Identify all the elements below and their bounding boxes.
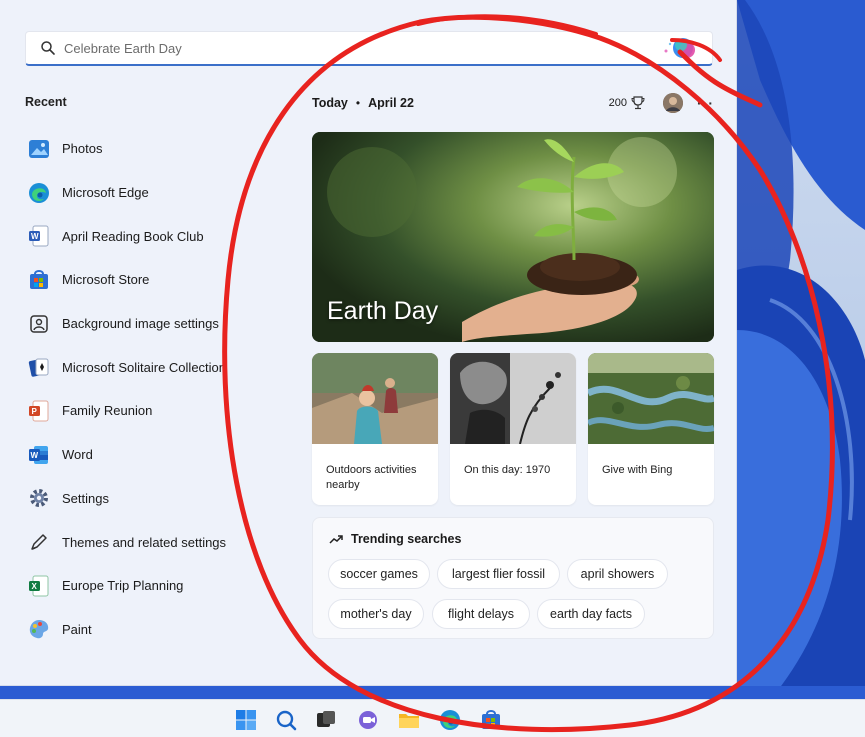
- recent-item-label: Microsoft Store: [62, 272, 150, 288]
- search-icon[interactable]: [274, 708, 298, 732]
- rewards-points[interactable]: 200: [609, 97, 627, 109]
- recent-item-label: Themes and related settings: [62, 534, 227, 550]
- more-options-button[interactable]: ···: [697, 95, 714, 111]
- store-icon[interactable]: [479, 708, 503, 732]
- recent-item-background-image-settings[interactable]: Background image settings: [28, 302, 238, 346]
- avatar[interactable]: [663, 93, 683, 113]
- recent-item-label: Microsoft Solitaire Collection: [62, 359, 227, 375]
- card-give-with-bing[interactable]: Give with Bing: [588, 353, 714, 505]
- recent-item-label: Europe Trip Planning: [62, 578, 184, 594]
- search-input[interactable]: [64, 40, 660, 56]
- recent-item-themes-and-related-settings[interactable]: Themes and related settings: [28, 520, 238, 564]
- trending-pill[interactable]: earth day facts: [537, 599, 645, 629]
- task-view-icon[interactable]: [314, 708, 338, 732]
- recent-item-paint[interactable]: Paint: [28, 608, 238, 652]
- trending-arrow-icon: [329, 535, 343, 544]
- search-panel: Recent Photos Microsoft Edge W April Rea…: [0, 0, 737, 686]
- trophy-icon[interactable]: [631, 96, 645, 110]
- trending-pill[interactable]: largest flier fossil: [437, 559, 560, 589]
- trending-pill[interactable]: mother's day: [328, 599, 424, 629]
- recent-item-microsoft-store[interactable]: Microsoft Store: [28, 258, 238, 302]
- card-outdoors[interactable]: Outdoors activities nearby: [312, 353, 438, 505]
- recent-heading: Recent: [25, 95, 67, 109]
- svg-text:W: W: [31, 232, 39, 241]
- recent-item-microsoft-solitaire-collection[interactable]: Microsoft Solitaire Collection: [28, 345, 238, 389]
- recent-item-edge[interactable]: Microsoft Edge: [28, 171, 238, 215]
- today-header: Today • April 22 200 ···: [312, 93, 714, 113]
- edge-icon: [28, 182, 50, 204]
- outdoors-image: [312, 353, 438, 444]
- gear-icon: [28, 487, 50, 509]
- trending-title: Trending searches: [351, 532, 462, 546]
- date-label: April 22: [368, 96, 414, 110]
- on-this-day-image: [450, 353, 576, 445]
- card-caption: Outdoors activities nearby: [326, 464, 417, 491]
- svg-text:X: X: [32, 582, 38, 591]
- date-separator: •: [355, 96, 361, 110]
- pen-icon: [28, 531, 50, 553]
- image-settings-icon: [28, 313, 50, 335]
- word-icon: W: [28, 444, 50, 466]
- svg-text:P: P: [32, 407, 38, 416]
- recent-item-label: Microsoft Edge: [62, 185, 149, 201]
- solitaire-icon: [28, 356, 50, 378]
- recent-item-photos[interactable]: Photos: [28, 127, 238, 171]
- taskbar: [0, 699, 865, 737]
- today-label: Today: [312, 96, 348, 110]
- recent-item-europe-trip-planning[interactable]: X Europe Trip Planning: [28, 564, 238, 608]
- earth-day-hero-card[interactable]: Earth Day: [312, 132, 714, 342]
- recent-item-label: Settings: [62, 490, 109, 506]
- recent-item-label: April Reading Book Club: [62, 228, 204, 244]
- recent-item-word[interactable]: W Word: [28, 433, 238, 477]
- recent-item-label: Word: [62, 447, 93, 463]
- news-cards: Outdoors activities nearby On this day: …: [312, 353, 714, 505]
- store-icon: [28, 269, 50, 291]
- trending-pill[interactable]: soccer games: [328, 559, 430, 589]
- recent-item-label: Background image settings: [62, 316, 219, 332]
- trending-header: Trending searches: [329, 532, 461, 546]
- give-with-bing-image: [588, 353, 714, 444]
- recent-item-april-reading-book-club[interactable]: W April Reading Book Club: [28, 214, 238, 258]
- powerpoint-icon: P: [28, 400, 50, 422]
- search-box[interactable]: [25, 31, 713, 66]
- svg-text:W: W: [31, 451, 39, 460]
- search-icon: [41, 41, 55, 55]
- edge-icon[interactable]: [438, 708, 462, 732]
- word-doc-icon: W: [28, 225, 50, 247]
- paint-icon: [28, 618, 50, 640]
- recent-item-label: Photos: [62, 141, 103, 157]
- recent-item-settings[interactable]: Settings: [28, 477, 238, 521]
- file-explorer-icon[interactable]: [397, 708, 421, 732]
- card-on-this-day[interactable]: On this day: 1970: [450, 353, 576, 505]
- excel-icon: X: [28, 575, 50, 597]
- hero-title: Earth Day: [327, 297, 439, 325]
- recent-item-family-reunion[interactable]: P Family Reunion: [28, 389, 238, 433]
- photos-icon: [28, 138, 50, 160]
- trending-pill[interactable]: flight delays: [432, 599, 530, 629]
- start-icon[interactable]: [234, 708, 258, 732]
- recent-list: Photos Microsoft Edge W April Reading Bo…: [28, 127, 238, 651]
- trending-searches-panel: Trending searches soccer games largest f…: [312, 517, 714, 639]
- card-caption: Give with Bing: [602, 464, 673, 476]
- recent-item-label: Family Reunion: [62, 403, 153, 419]
- teams-icon[interactable]: [356, 708, 380, 732]
- bing-chat-icon[interactable]: [660, 33, 704, 63]
- trending-pill[interactable]: april showers: [567, 559, 668, 589]
- recent-item-label: Paint: [62, 621, 92, 637]
- card-caption: On this day: 1970: [464, 464, 551, 476]
